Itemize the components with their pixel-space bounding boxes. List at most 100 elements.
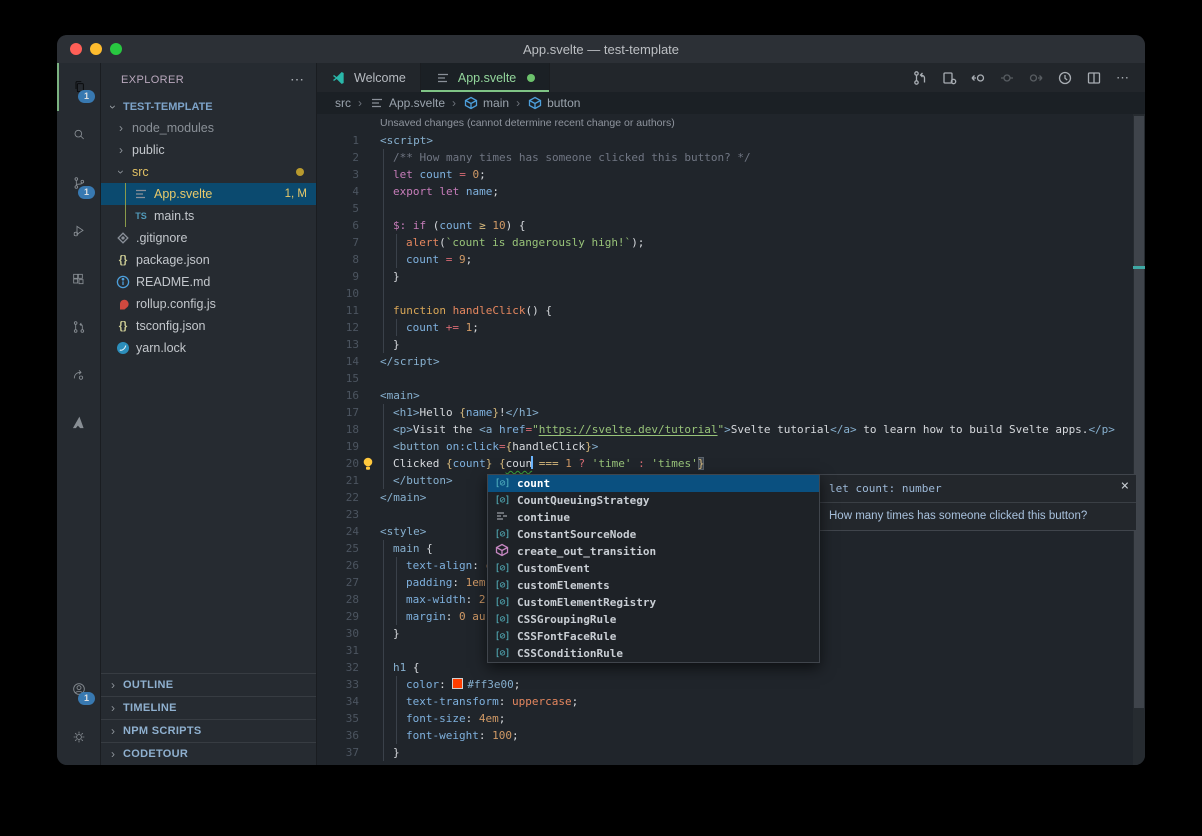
suggest-item-customelements[interactable]: [⊘]customElements [488, 577, 819, 594]
tree-item-node-modules[interactable]: ›node_modules [101, 117, 316, 139]
line-number[interactable]: 10 [317, 285, 380, 302]
line-number[interactable]: 25 [317, 540, 380, 557]
line-number[interactable]: 7 [317, 234, 380, 251]
breadcrumb-main[interactable]: main [463, 95, 509, 111]
more-actions-icon[interactable]: ⋯ [290, 71, 304, 88]
section-timeline[interactable]: ›TIMELINE [101, 696, 316, 719]
line-number[interactable]: 26 [317, 557, 380, 574]
activity-azure[interactable] [57, 399, 100, 447]
line-number[interactable]: 16 [317, 387, 380, 404]
next-change-button[interactable] [1028, 70, 1044, 86]
code-line[interactable]: 18<p>Visit the <a href="https://svelte.d… [317, 421, 1145, 438]
close-traffic-light[interactable] [70, 43, 82, 55]
previous-change-button[interactable] [999, 70, 1015, 86]
code-line[interactable]: 14</script> [317, 353, 1145, 370]
line-number[interactable]: 35 [317, 710, 380, 727]
tree-item-src[interactable]: ›src [101, 161, 316, 183]
close-icon[interactable]: × [1121, 479, 1129, 493]
activity-explorer[interactable]: 1 [57, 63, 100, 111]
project-root-row[interactable]: › TEST-TEMPLATE [101, 96, 316, 117]
breadcrumb-src[interactable]: src [335, 96, 351, 110]
line-number[interactable]: 1 [317, 132, 380, 149]
code-line[interactable]: 9} [317, 268, 1145, 285]
line-number[interactable]: 18 [317, 421, 380, 438]
code-line[interactable]: 35font-size: 4em; [317, 710, 1145, 727]
code-line[interactable]: 19<button on:click={handleClick}> [317, 438, 1145, 455]
scrollbar[interactable] [1133, 114, 1145, 765]
code-line[interactable]: 13} [317, 336, 1145, 353]
activity-source-control[interactable]: 1 [57, 159, 100, 207]
suggest-item-cssfontfacerule[interactable]: [⊘]CSSFontFaceRule [488, 628, 819, 645]
line-number[interactable]: 3 [317, 166, 380, 183]
suggest-item-cssconditionrule[interactable]: [⊘]CSSConditionRule [488, 645, 819, 662]
line-number[interactable]: 14 [317, 353, 380, 370]
line-number[interactable]: 8 [317, 251, 380, 268]
tree-item-readme-md[interactable]: README.md [101, 271, 316, 293]
line-number[interactable]: 15 [317, 370, 380, 387]
code-line[interactable]: 12count += 1; [317, 319, 1145, 336]
line-number[interactable]: 17 [317, 404, 380, 421]
code-line[interactable]: 7alert(`count is dangerously high!`); [317, 234, 1145, 251]
line-number[interactable]: 19 [317, 438, 380, 455]
tree-item-main-ts[interactable]: TSmain.ts [101, 205, 316, 227]
activity-accounts[interactable]: 1 [57, 665, 100, 713]
code-line[interactable]: 8count = 9; [317, 251, 1145, 268]
suggest-item-countqueuingstrategy[interactable]: [⊘]CountQueuingStrategy [488, 492, 819, 509]
suggest-item-cssgroupingrule[interactable]: [⊘]CSSGroupingRule [488, 611, 819, 628]
line-number[interactable]: 33 [317, 676, 380, 693]
suggest-item-create_out_transition[interactable]: create_out_transition [488, 543, 819, 560]
zoom-traffic-light[interactable] [110, 43, 122, 55]
code-line[interactable]: 6$: if (count ≥ 10) { [317, 217, 1145, 234]
code-line[interactable]: 5 [317, 200, 1145, 217]
breadcrumb-app-svelte[interactable]: App.svelte [369, 95, 445, 111]
activity-run-debug[interactable] [57, 207, 100, 255]
code-line[interactable]: 3let count = 0; [317, 166, 1145, 183]
code-line[interactable]: 34text-transform: uppercase; [317, 693, 1145, 710]
line-number[interactable]: 22 [317, 489, 380, 506]
code-line[interactable]: 33color: #ff3e00; [317, 676, 1145, 693]
tree-item-yarn-lock[interactable]: yarn.lock [101, 337, 316, 359]
line-number[interactable]: 27 [317, 574, 380, 591]
line-number[interactable]: 6 [317, 217, 380, 234]
more-actions-button[interactable]: ⋯ [1115, 70, 1131, 86]
open-changes-button[interactable] [941, 70, 957, 86]
activity-search[interactable] [57, 111, 100, 159]
section-npm-scripts[interactable]: ›NPM SCRIPTS [101, 719, 316, 742]
tree-item-app-svelte[interactable]: App.svelte1, M [101, 183, 316, 205]
tree-item-package-json[interactable]: {}package.json [101, 249, 316, 271]
activity-github-pull-requests[interactable] [57, 303, 100, 351]
code-line[interactable]: 11function handleClick() { [317, 302, 1145, 319]
code-line[interactable]: 10 [317, 285, 1145, 302]
tree-item-public[interactable]: ›public [101, 139, 316, 161]
tree-item--gitignore[interactable]: .gitignore [101, 227, 316, 249]
code-line[interactable]: 17<h1>Hello {name}!</h1> [317, 404, 1145, 421]
line-number[interactable]: 11 [317, 302, 380, 319]
code-editor[interactable]: Unsaved changes (cannot determine recent… [317, 114, 1145, 765]
suggest-item-customevent[interactable]: [⊘]CustomEvent [488, 560, 819, 577]
line-number[interactable]: 23 [317, 506, 380, 523]
scrollbar-thumb[interactable] [1134, 116, 1144, 708]
split-editor-button[interactable] [1086, 70, 1102, 86]
line-number[interactable]: 31 [317, 642, 380, 659]
code-line[interactable]: 15 [317, 370, 1145, 387]
section-codetour[interactable]: ›CODETOUR [101, 742, 316, 765]
line-number[interactable]: 29 [317, 608, 380, 625]
activity-live-share[interactable] [57, 351, 100, 399]
line-number[interactable]: 37 [317, 744, 380, 761]
line-number[interactable]: 13 [317, 336, 380, 353]
gitlens-graph-button[interactable] [912, 70, 928, 86]
file-history-button[interactable] [1057, 70, 1073, 86]
open-previous-change-button[interactable] [970, 70, 986, 86]
line-number[interactable]: 21 [317, 472, 380, 489]
activity-settings[interactable] [57, 713, 100, 761]
suggest-item-customelementregistry[interactable]: [⊘]CustomElementRegistry [488, 594, 819, 611]
code-line[interactable]: 36font-weight: 100; [317, 727, 1145, 744]
line-number[interactable]: 2 [317, 149, 380, 166]
minimize-traffic-light[interactable] [90, 43, 102, 55]
tab-welcome[interactable]: Welcome [317, 63, 421, 92]
section-outline[interactable]: ›OUTLINE [101, 673, 316, 696]
suggest-item-constantsourcenode[interactable]: [⊘]ConstantSourceNode [488, 526, 819, 543]
activity-extensions[interactable] [57, 255, 100, 303]
code-line[interactable]: 20Clicked {count} {coun === 1 ? 'time' :… [317, 455, 1145, 472]
tab-app-svelte[interactable]: App.svelte [421, 63, 550, 92]
